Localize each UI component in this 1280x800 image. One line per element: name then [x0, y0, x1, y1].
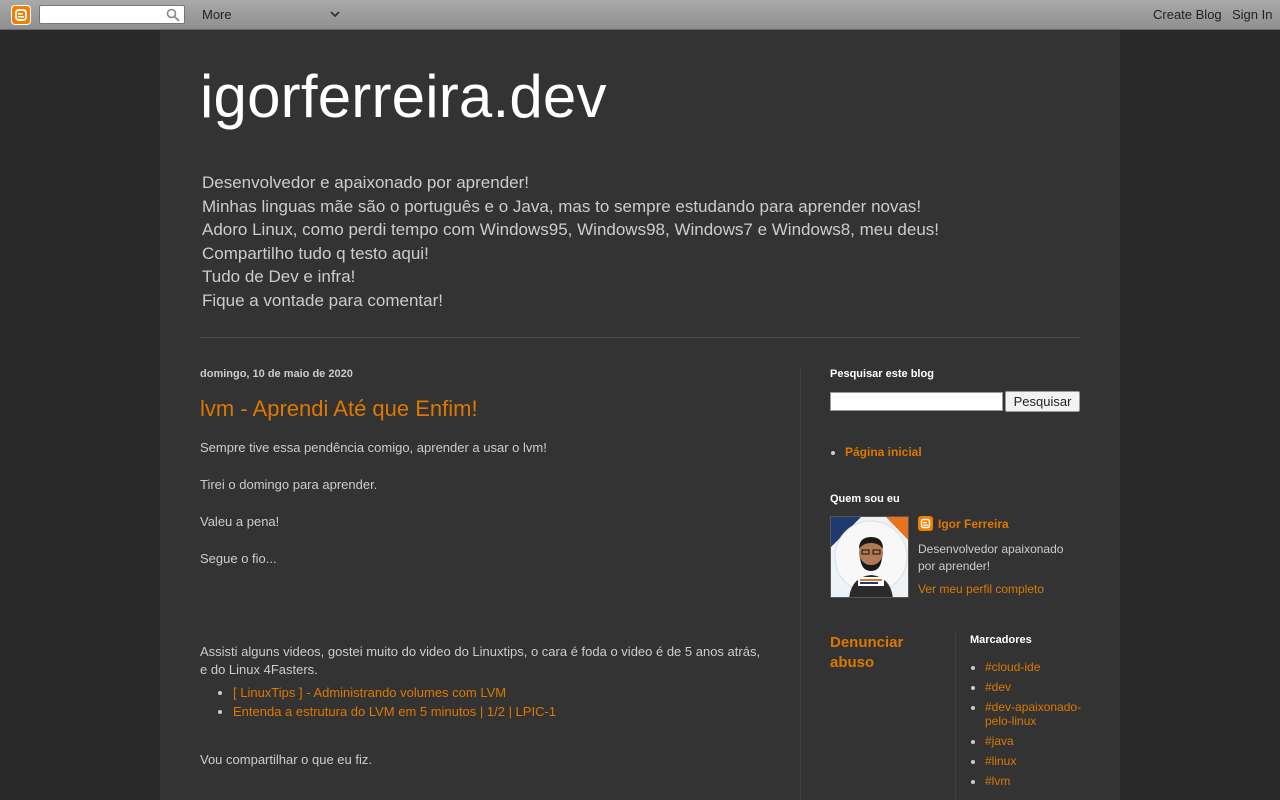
list-item: #java — [985, 734, 1085, 748]
post-links-list: [ LinuxTips ] - Administrando volumes co… — [215, 685, 556, 723]
post-date: domingo, 10 de maio de 2020 — [200, 368, 353, 380]
header-divider — [200, 337, 1080, 338]
pages-list: Página inicial — [845, 445, 922, 459]
blog-description: Desenvolvedor e apaixonado por aprender!… — [202, 171, 939, 312]
post-paragraph: Sempre tive essa pendência comigo, apren… — [200, 440, 547, 455]
list-item: Entenda a estrutura do LVM em 5 minutos … — [233, 704, 556, 719]
more-dropdown[interactable]: More — [192, 5, 345, 24]
full-profile-link[interactable]: Ver meu perfil completo — [918, 582, 1044, 596]
list-item: [ LinuxTips ] - Administrando volumes co… — [233, 685, 556, 700]
description-line: Tudo de Dev e infra! — [202, 267, 356, 286]
create-blog-link[interactable]: Create Blog — [1153, 7, 1222, 22]
post-title[interactable]: lvm - Aprendi Até que Enfim! — [200, 396, 478, 422]
profile-description: Desenvolvedor apaixonado por aprender! — [918, 542, 1064, 573]
description-line: Fique a vontade para comentar! — [202, 290, 443, 310]
label-link[interactable]: #dev — [985, 680, 1011, 694]
navbar-search-input[interactable] — [39, 5, 185, 24]
description-line: Desenvolvedor e apaixonado por aprender! — [202, 173, 530, 192]
post-paragraph: Tirei o domingo para aprender. — [200, 477, 378, 492]
blogger-profile-icon — [918, 516, 933, 531]
lpic-video-link[interactable]: Entenda a estrutura do LVM em 5 minutos … — [233, 704, 556, 719]
post-paragraph: Assisti alguns videos, gostei muito do v… — [200, 644, 761, 659]
labels-widget-heading: Marcadores — [970, 634, 1032, 646]
description-line: Adoro Linux, como perdi tempo com Window… — [202, 220, 940, 239]
labels-divider — [955, 633, 956, 800]
list-item: #dev-apaixonado-pelo-linux — [985, 700, 1085, 728]
more-dropdown-label: More — [202, 7, 232, 22]
search-icon[interactable] — [166, 8, 180, 22]
chevron-down-icon — [330, 11, 340, 18]
description-line: Compartilho tudo q testo aqui! — [202, 243, 429, 263]
blogger-navbar: More Create Blog Sign In — [0, 0, 1280, 30]
sign-in-link[interactable]: Sign In — [1232, 7, 1272, 22]
search-button[interactable]: Pesquisar — [1005, 391, 1080, 412]
list-item: #linux — [985, 754, 1085, 768]
post-paragraph: Vou compartilhar o que eu fiz. — [200, 752, 372, 767]
labels-list: #cloud-ide #dev #dev-apaixonado-pelo-lin… — [985, 660, 1085, 794]
list-item: Página inicial — [845, 445, 922, 459]
blog-title[interactable]: igorferreira.dev — [200, 62, 607, 131]
list-item: #lvm — [985, 774, 1085, 788]
label-link[interactable]: #dev-apaixonado-pelo-linux — [985, 700, 1081, 728]
label-link[interactable]: #lvm — [985, 774, 1010, 788]
avatar[interactable] — [830, 516, 909, 598]
list-item: #dev — [985, 680, 1085, 694]
search-widget-heading: Pesquisar este blog — [830, 368, 934, 380]
column-divider — [800, 368, 801, 800]
label-link[interactable]: #java — [985, 734, 1014, 748]
post-paragraph: Segue o fio... — [200, 551, 277, 566]
label-link[interactable]: #linux — [985, 754, 1016, 768]
post-paragraph: e do Linux 4Fasters. — [200, 662, 318, 677]
list-item: #cloud-ide — [985, 660, 1085, 674]
blogger-logo-icon[interactable] — [11, 5, 31, 25]
description-line: Minhas linguas mãe são o português e o J… — [202, 196, 922, 216]
home-page-link[interactable]: Página inicial — [845, 445, 922, 459]
report-abuse-link[interactable]: Denunciar abuso — [830, 633, 930, 673]
blog-search-input[interactable] — [830, 392, 1003, 411]
label-link[interactable]: #cloud-ide — [985, 660, 1040, 674]
post-paragraph: Valeu a pena! — [200, 514, 280, 529]
profile-name-link[interactable]: Igor Ferreira — [938, 517, 1009, 531]
about-widget-heading: Quem sou eu — [830, 493, 900, 505]
linuxtips-video-link[interactable]: [ LinuxTips ] - Administrando volumes co… — [233, 685, 506, 700]
blog-container: igorferreira.dev Desenvolvedor e apaixon… — [160, 30, 1120, 800]
